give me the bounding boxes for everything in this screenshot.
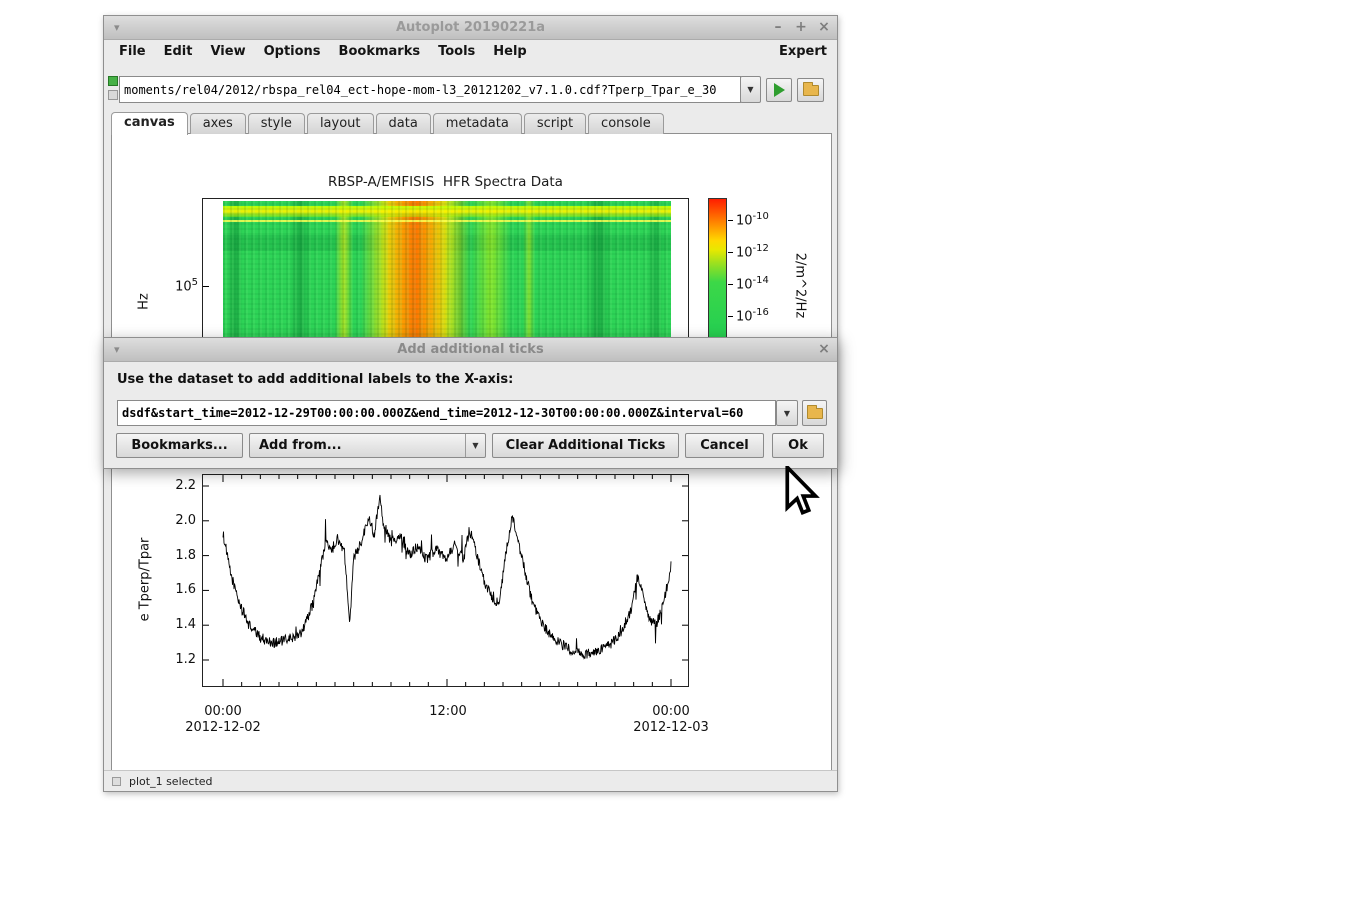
line-plot-ytick-label: 2.0: [175, 513, 196, 528]
line-plot-ytick-label: 1.6: [175, 582, 196, 597]
plot-go-button[interactable]: [766, 78, 792, 102]
dialog-close-button[interactable]: ×: [817, 341, 831, 358]
datasource-green-icon: [108, 76, 118, 86]
statusbar: plot_1 selected: [104, 770, 837, 791]
tab-canvas[interactable]: canvas: [111, 112, 188, 135]
uri-input[interactable]: [119, 76, 741, 103]
ok-button[interactable]: Ok: [772, 433, 824, 458]
line-plot-ylabel: e Tperp/Tpar: [137, 537, 153, 622]
window-title: Autoplot 20190221a: [395, 20, 546, 35]
status-grip: [112, 776, 121, 786]
chevron-down-icon: ▼: [783, 408, 791, 418]
add-additional-ticks-dialog: ▾ Add additional ticks × Use the dataset…: [103, 337, 838, 469]
maximize-button[interactable]: +: [794, 19, 808, 36]
expert-mode-label[interactable]: Expert: [779, 44, 837, 59]
line-plot-ytick-label: 1.8: [175, 548, 196, 563]
spectra-ytick-label: 105: [175, 277, 198, 295]
folder-icon: [806, 404, 823, 419]
open-file-button[interactable]: [797, 78, 824, 102]
spectra-ytick-mark: [203, 286, 209, 287]
menu-tools[interactable]: Tools: [429, 43, 484, 60]
add-from-dropdown[interactable]: Add from... ▼: [249, 433, 486, 458]
tab-layout[interactable]: layout: [306, 113, 374, 134]
dialog-title: Add additional ticks: [397, 342, 544, 357]
line-plot-ytick-label: 2.2: [175, 478, 196, 493]
tab-style[interactable]: style: [247, 113, 305, 134]
line-plot-xtick-label: 00:00 2012-12-03: [633, 704, 709, 735]
menu-view[interactable]: View: [201, 43, 254, 60]
chevron-down-icon[interactable]: ▼: [465, 434, 485, 457]
colorbar-tick-label: 10-12: [736, 243, 769, 261]
line-plot-xtick-label: 00:00 2012-12-02: [185, 704, 261, 735]
tab-metadata[interactable]: metadata: [432, 113, 522, 134]
line-plot-xtick-label: 12:00: [429, 704, 467, 719]
dialog-titlebar[interactable]: ▾ Add additional ticks ×: [104, 338, 837, 362]
colorbar-tick-label: 10-16: [736, 307, 769, 325]
menu-options[interactable]: Options: [255, 43, 330, 60]
ticks-uri-dropdown-button[interactable]: ▼: [776, 400, 798, 426]
ticks-open-file-button[interactable]: [802, 400, 827, 426]
close-button[interactable]: ×: [817, 19, 831, 36]
status-text: plot_1 selected: [129, 774, 213, 788]
menu-edit[interactable]: Edit: [155, 43, 202, 60]
spectra-plot-title: RBSP-A/EMFISIS HFR Spectra Data: [328, 174, 563, 190]
tab-data[interactable]: data: [375, 113, 431, 134]
window-titlebar[interactable]: ▾ Autoplot 20190221a – + ×: [104, 16, 837, 40]
add-from-label: Add from...: [259, 438, 342, 453]
menu-bookmarks[interactable]: Bookmarks: [330, 43, 430, 60]
play-icon: [773, 83, 785, 97]
tab-axes[interactable]: axes: [189, 113, 246, 134]
menu-file[interactable]: File: [110, 43, 155, 60]
ticks-uri-input[interactable]: [117, 400, 776, 426]
colorbar-tick-label: 10-14: [736, 275, 769, 293]
line-plot-series: [203, 475, 688, 686]
line-plot-ytick-label: 1.4: [175, 617, 196, 632]
menu-help[interactable]: Help: [484, 43, 535, 60]
folder-icon: [802, 81, 819, 96]
tabbar: canvas axes style layout data metadata s…: [111, 111, 664, 135]
colorbar-tick: [728, 316, 733, 317]
clear-additional-ticks-button[interactable]: Clear Additional Ticks: [492, 433, 679, 458]
bookmarks-button[interactable]: Bookmarks...: [116, 433, 243, 458]
tab-script[interactable]: script: [523, 113, 587, 134]
menubar: File Edit View Options Bookmarks Tools H…: [104, 40, 837, 62]
colorbar-tick: [728, 252, 733, 253]
colorbar-tick-label: 10-10: [736, 211, 769, 229]
colorbar-tick: [728, 220, 733, 221]
chevron-down-icon: ▼: [747, 85, 754, 94]
tab-console[interactable]: console: [588, 113, 664, 134]
minimize-button[interactable]: –: [771, 19, 785, 36]
colorbar-unit-label: 2/m^2/Hz: [792, 252, 808, 319]
uri-dropdown-button[interactable]: ▼: [740, 76, 761, 103]
line-plot-ytick-label: 1.2: [175, 652, 196, 667]
cancel-button[interactable]: Cancel: [685, 433, 764, 458]
dialog-message: Use the dataset to add additional labels…: [117, 372, 514, 387]
mouse-cursor: [785, 466, 820, 516]
line-plot: [202, 474, 689, 687]
datasource-gray-icon: [108, 90, 118, 100]
colorbar-tick: [728, 284, 733, 285]
